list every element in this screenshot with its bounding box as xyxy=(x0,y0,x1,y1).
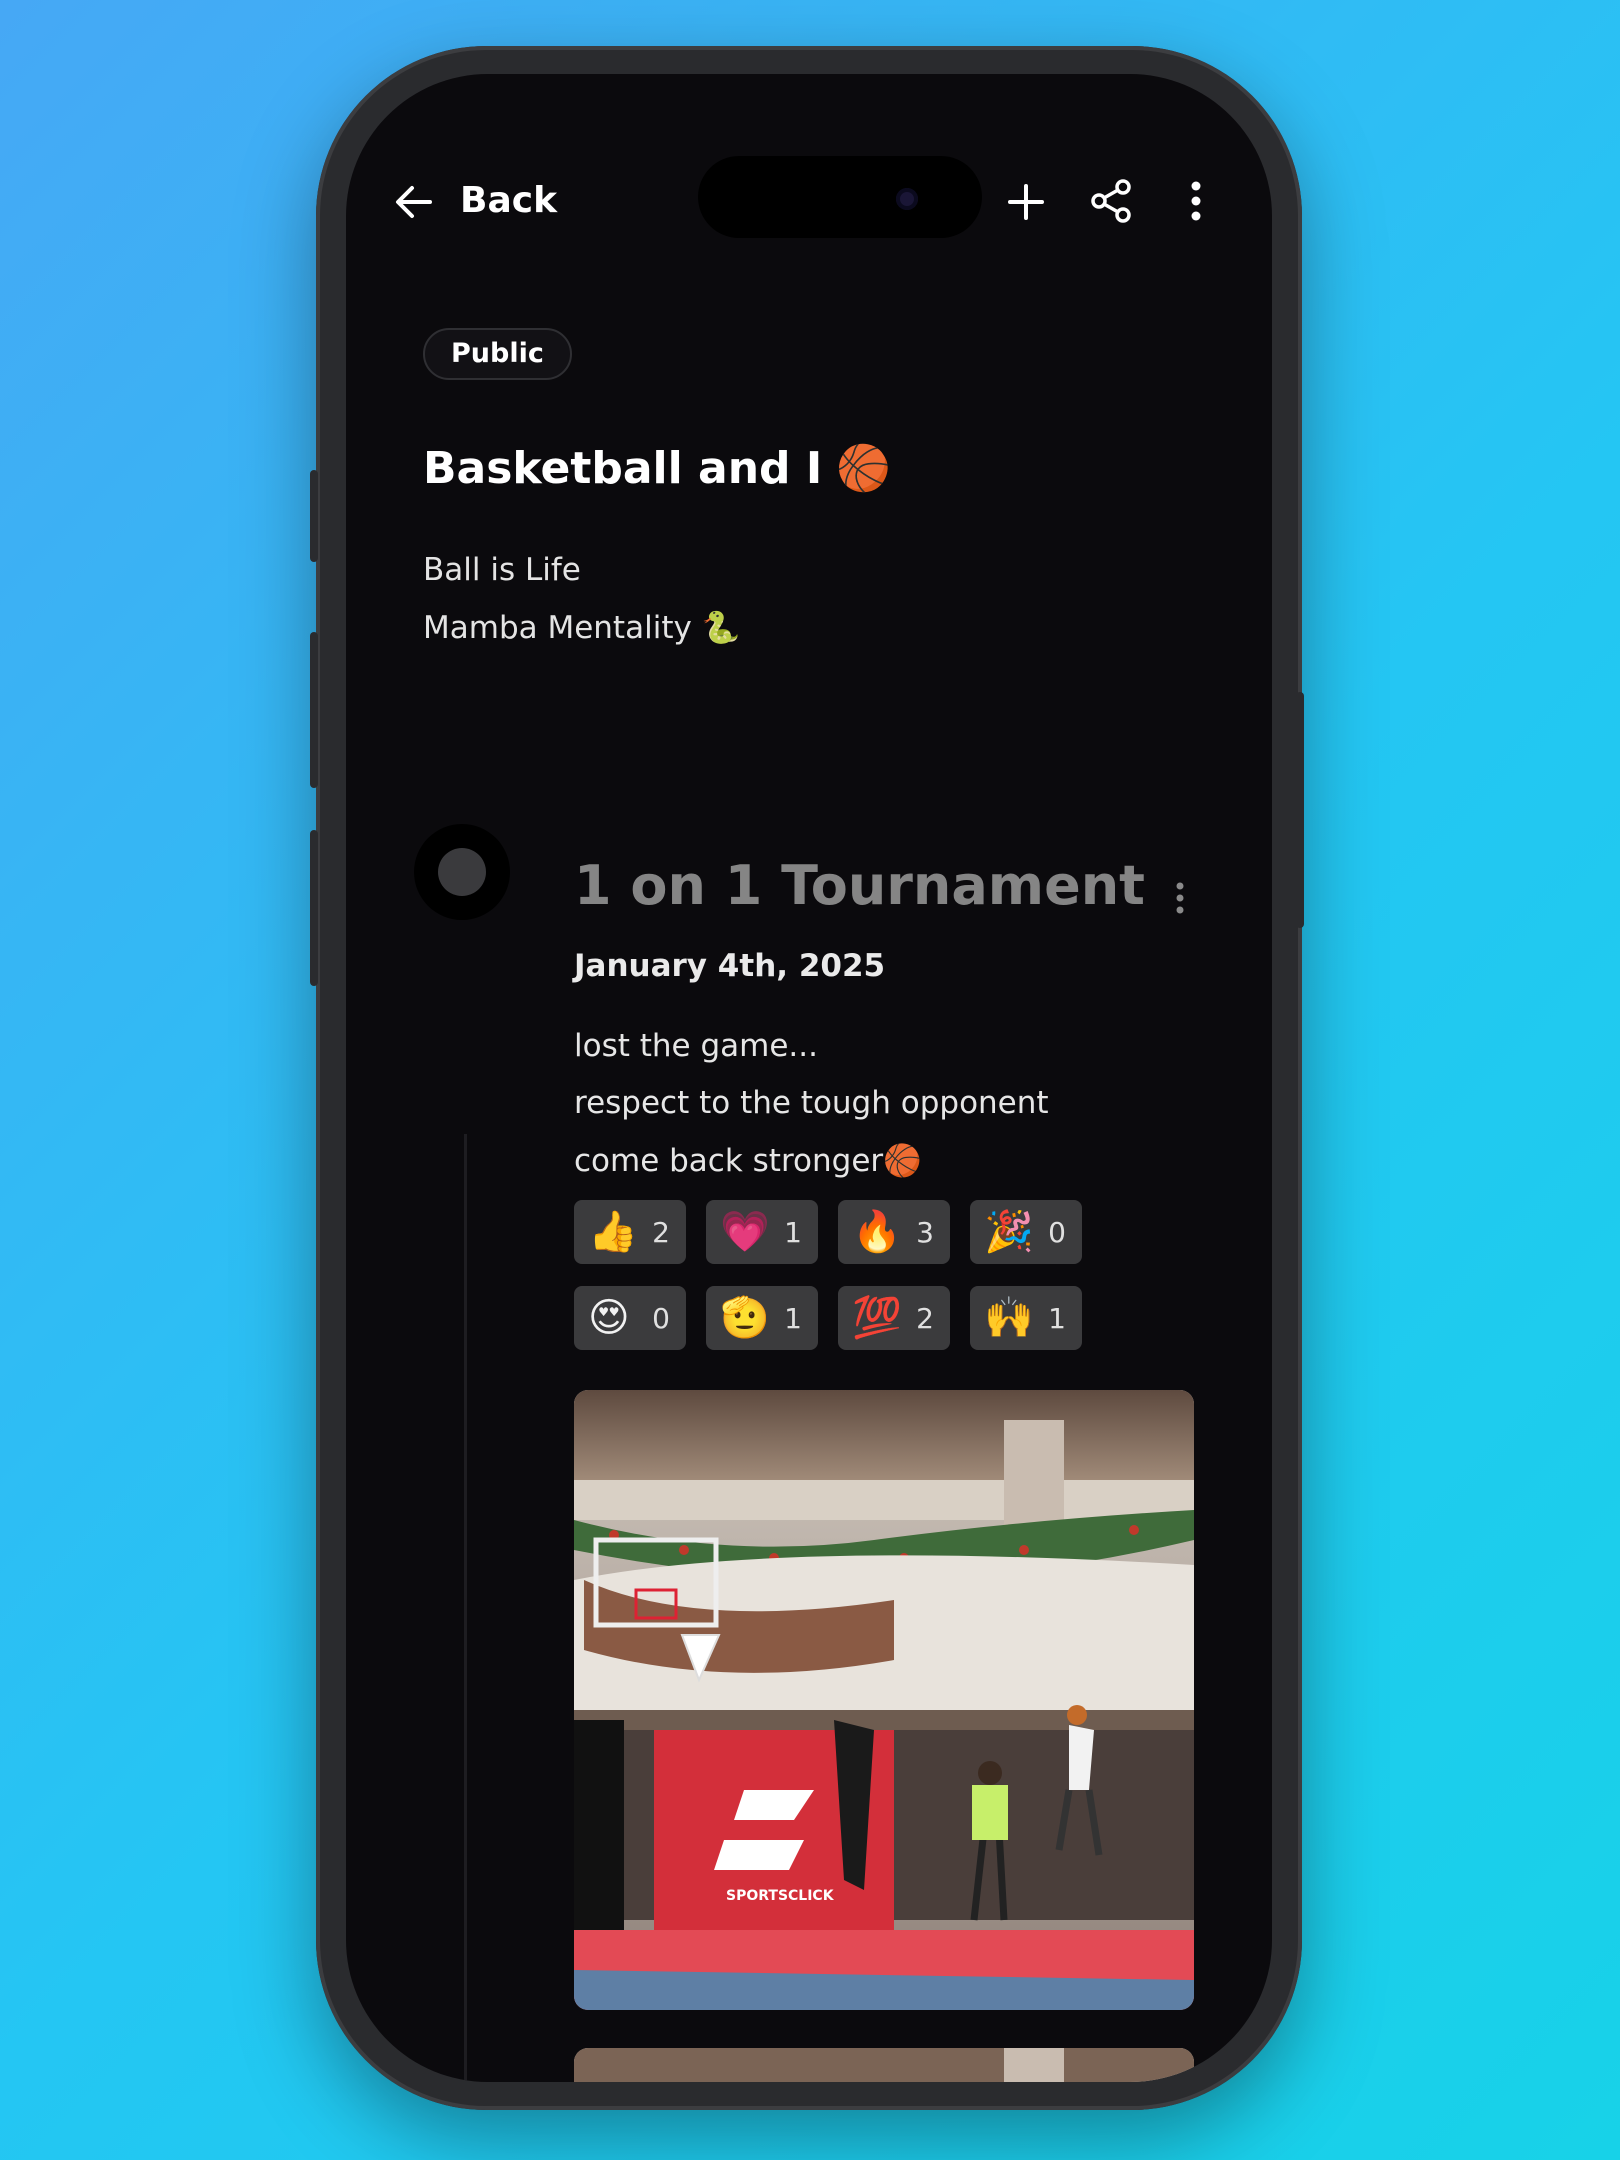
thumbs-up-icon: 👍 xyxy=(588,1209,638,1255)
reaction-count: 3 xyxy=(916,1215,934,1249)
heart-eyes-icon: 😍 xyxy=(588,1295,630,1341)
journal-title-text: Basketball and I xyxy=(423,442,823,494)
entry-text-line: lost the game... xyxy=(574,1028,818,1064)
reaction-chip-hundred[interactable]: 💯 2 xyxy=(838,1286,950,1350)
reaction-chip-heart-eyes[interactable]: 😍 0 xyxy=(574,1286,686,1350)
reaction-count: 0 xyxy=(652,1301,670,1335)
dynamic-island xyxy=(698,156,982,238)
entry-photo[interactable] xyxy=(574,2048,1194,2082)
sportsclick-brand: SPORTSCLICK xyxy=(726,1888,835,1904)
app-screen: Back Public Basketball and I 🏀 Ball is L… xyxy=(346,74,1272,2082)
timeline-dot-inner xyxy=(438,848,486,896)
fire-icon: 🔥 xyxy=(852,1209,902,1255)
timeline-line xyxy=(464,1134,467,2082)
reaction-chip-heart[interactable]: 💗 1 xyxy=(706,1200,818,1264)
journal-description-line: Ball is Life xyxy=(423,552,581,588)
power-button xyxy=(1296,692,1304,928)
entry-photo[interactable]: SPORTSCLICK xyxy=(574,1390,1194,2010)
more-vertical-icon[interactable] xyxy=(1186,178,1206,224)
reaction-chip-raised-hands[interactable]: 🙌 1 xyxy=(970,1286,1082,1350)
salute-icon: 🫡 xyxy=(720,1295,770,1341)
journal-title: Basketball and I 🏀 xyxy=(423,442,892,495)
timeline-dot xyxy=(414,824,510,920)
back-button[interactable]: Back xyxy=(460,180,557,221)
entry-date: January 4th, 2025 xyxy=(574,948,886,984)
entry-text-line: come back stronger🏀 xyxy=(574,1143,922,1179)
mall-photo xyxy=(574,2048,1194,2082)
reaction-count: 1 xyxy=(1048,1301,1066,1335)
journal-description-line: Mamba Mentality 🐍 xyxy=(423,610,741,646)
visibility-badge[interactable]: Public xyxy=(423,328,572,380)
reaction-chip-thumbs-up[interactable]: 👍 2 xyxy=(574,1200,686,1264)
hundred-points-icon: 💯 xyxy=(852,1295,902,1341)
entry-title[interactable]: 1 on 1 Tournament xyxy=(574,854,1145,917)
reaction-count: 1 xyxy=(784,1215,802,1249)
reaction-count: 0 xyxy=(1048,1215,1066,1249)
reaction-count: 2 xyxy=(652,1215,670,1249)
volume-down-button xyxy=(310,830,318,986)
reaction-count: 1 xyxy=(784,1301,802,1335)
heart-icon: 💗 xyxy=(720,1209,770,1255)
phone-frame: Back Public Basketball and I 🏀 Ball is L… xyxy=(310,46,1304,2110)
share-icon[interactable] xyxy=(1088,178,1134,224)
party-popper-icon: 🎉 xyxy=(984,1209,1034,1255)
reaction-chip-salute[interactable]: 🫡 1 xyxy=(706,1286,818,1350)
volume-up-button xyxy=(310,632,318,788)
reaction-chip-party[interactable]: 🎉 0 xyxy=(970,1200,1082,1264)
entry-text-line: respect to the tough opponent xyxy=(574,1085,1049,1121)
reaction-chip-fire[interactable]: 🔥 3 xyxy=(838,1200,950,1264)
back-arrow-icon[interactable] xyxy=(390,178,438,226)
basketball-emoji-icon: 🏀 xyxy=(836,443,892,494)
entry-more-icon[interactable] xyxy=(1172,880,1188,916)
plus-icon[interactable] xyxy=(1006,182,1046,222)
basketball-court-photo: SPORTSCLICK xyxy=(574,1390,1194,2010)
front-camera xyxy=(896,188,918,210)
action-button xyxy=(310,470,318,562)
raised-hands-icon: 🙌 xyxy=(984,1295,1034,1341)
reaction-count: 2 xyxy=(916,1301,934,1335)
